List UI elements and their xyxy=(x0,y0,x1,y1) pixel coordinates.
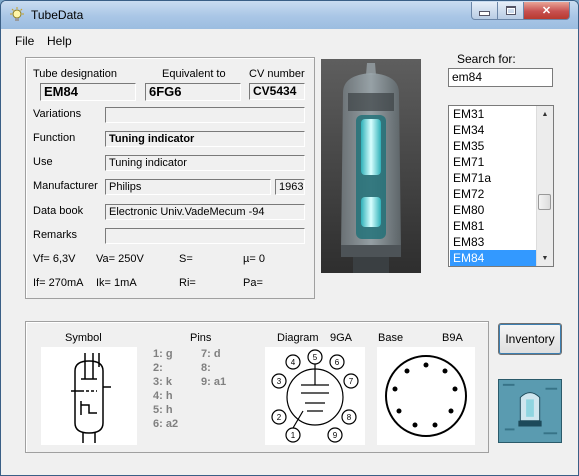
param-va: Va= 250V xyxy=(96,253,144,265)
menu-help[interactable]: Help xyxy=(47,34,72,48)
cv-label: CV number xyxy=(249,68,305,80)
search-label: Search for: xyxy=(457,52,516,66)
use-field: Tuning indicator xyxy=(105,155,305,171)
svg-text:5: 5 xyxy=(313,353,318,362)
diagram-box: 5 6 7 89 1 2 3 4 xyxy=(265,347,365,445)
maximize-icon xyxy=(505,6,516,15)
pin-entry: 9: a1 xyxy=(201,376,227,388)
tube-list-item[interactable]: EM81 xyxy=(450,218,536,234)
menu-file[interactable]: File xyxy=(15,34,34,48)
pin-entry: 6: a2 xyxy=(153,418,179,430)
inventory-button[interactable]: Inventory xyxy=(498,323,562,355)
tube-photo xyxy=(321,59,421,273)
tube-logo xyxy=(498,379,562,443)
pin-entry: 5: h xyxy=(153,404,173,416)
title-bar[interactable]: TubeData ✕ xyxy=(1,1,578,29)
equivalent-field: 6FG6 xyxy=(145,83,241,101)
pin-diagram: 5 6 7 89 1 2 3 4 xyxy=(271,349,359,443)
maximize-button[interactable] xyxy=(497,2,524,20)
function-field: Tuning indicator xyxy=(105,131,305,147)
minimize-button[interactable] xyxy=(471,2,498,20)
pin-entry: 3: k xyxy=(153,376,172,388)
param-pa: Pa= xyxy=(243,277,263,289)
tube-listbox[interactable]: EM31 EM34 EM35 EM71 EM71a EM72 EM80 EM81 EM83 EM8… xyxy=(448,105,554,267)
remarks-field xyxy=(105,228,305,244)
pin-entry: 2: xyxy=(153,362,163,374)
use-label: Use xyxy=(33,156,53,168)
svg-text:9: 9 xyxy=(333,431,338,440)
minimize-icon xyxy=(479,11,490,16)
param-if: If= 270mA xyxy=(33,277,84,289)
lightbulb-icon xyxy=(10,7,24,21)
svg-text:4: 4 xyxy=(291,358,296,367)
close-button[interactable]: ✕ xyxy=(523,2,570,20)
tube-list-item[interactable]: EM80 xyxy=(450,202,536,218)
close-icon: ✕ xyxy=(541,5,552,17)
param-s: S= xyxy=(179,253,193,265)
scroll-up-icon[interactable]: ▲ xyxy=(537,106,553,122)
databook-field: Electronic Univ.VadeMecum -94 xyxy=(105,204,305,220)
tube-list-item[interactable]: EM35 xyxy=(450,138,536,154)
manufacturer-field: Philips xyxy=(105,179,271,195)
symbol-box xyxy=(41,347,137,445)
tube-list-item[interactable]: EM72 xyxy=(450,186,536,202)
tube-list-item[interactable]: EM31 xyxy=(450,106,536,122)
base-code: B9A xyxy=(442,332,463,344)
scroll-down-icon[interactable]: ▼ xyxy=(537,250,553,266)
scroll-thumb[interactable] xyxy=(538,194,551,210)
pin-entry: 4: h xyxy=(153,390,173,402)
tube-list-item[interactable]: EM71 xyxy=(450,154,536,170)
pin-entry: 8: xyxy=(201,362,211,374)
window-title: TubeData xyxy=(31,8,84,22)
svg-text:1: 1 xyxy=(291,431,296,440)
pins-label: Pins xyxy=(190,332,212,344)
equivalent-label: Equivalent to xyxy=(162,68,226,80)
svg-text:8: 8 xyxy=(347,413,352,422)
year-field: 1963 xyxy=(275,179,305,195)
symbol-label: Symbol xyxy=(65,332,102,344)
base-label: Base xyxy=(378,332,404,344)
tube-list-item[interactable]: EM84 xyxy=(450,250,536,266)
tube-symbol xyxy=(71,353,111,443)
diagram-code: 9GA xyxy=(330,332,353,344)
param-ri: Ri= xyxy=(179,277,196,289)
pin-entry: 1: g xyxy=(153,348,173,360)
function-label: Function xyxy=(33,132,76,144)
tube-list-item[interactable]: EM83 xyxy=(450,234,536,250)
menu-bar: File Help xyxy=(1,30,578,50)
databook-label: Data book xyxy=(33,205,84,217)
diagram-label: Diagram xyxy=(277,332,319,344)
svg-text:2: 2 xyxy=(277,413,282,422)
designation-field: EM84 xyxy=(40,83,136,101)
app-window: TubeData ✕ File Help Tube designation Eq… xyxy=(0,0,579,476)
svg-text:7: 7 xyxy=(349,377,354,386)
param-ik: Ik= 1mA xyxy=(96,277,137,289)
variations-field xyxy=(105,107,305,123)
remarks-label: Remarks xyxy=(33,229,78,241)
pin-entry: 7: d xyxy=(201,348,221,360)
designation-label: Tube designation xyxy=(33,68,117,80)
svg-text:6: 6 xyxy=(335,358,340,367)
tube-list-item[interactable]: EM34 xyxy=(450,122,536,138)
tube-list-item[interactable]: EM71a xyxy=(450,170,536,186)
variations-label: Variations xyxy=(33,108,82,120)
svg-text:3: 3 xyxy=(277,377,282,386)
cv-field: CV5434 xyxy=(249,83,305,100)
param-vf: Vf= 6,3V xyxy=(33,253,76,265)
base-box xyxy=(377,347,475,445)
list-scrollbar[interactable]: ▲ ▼ xyxy=(536,106,553,266)
param-mu: µ= 0 xyxy=(243,253,265,265)
search-input[interactable]: em84 xyxy=(448,68,553,87)
base-diagram xyxy=(385,355,467,437)
manufacturer-label: Manufacturer xyxy=(33,180,98,192)
